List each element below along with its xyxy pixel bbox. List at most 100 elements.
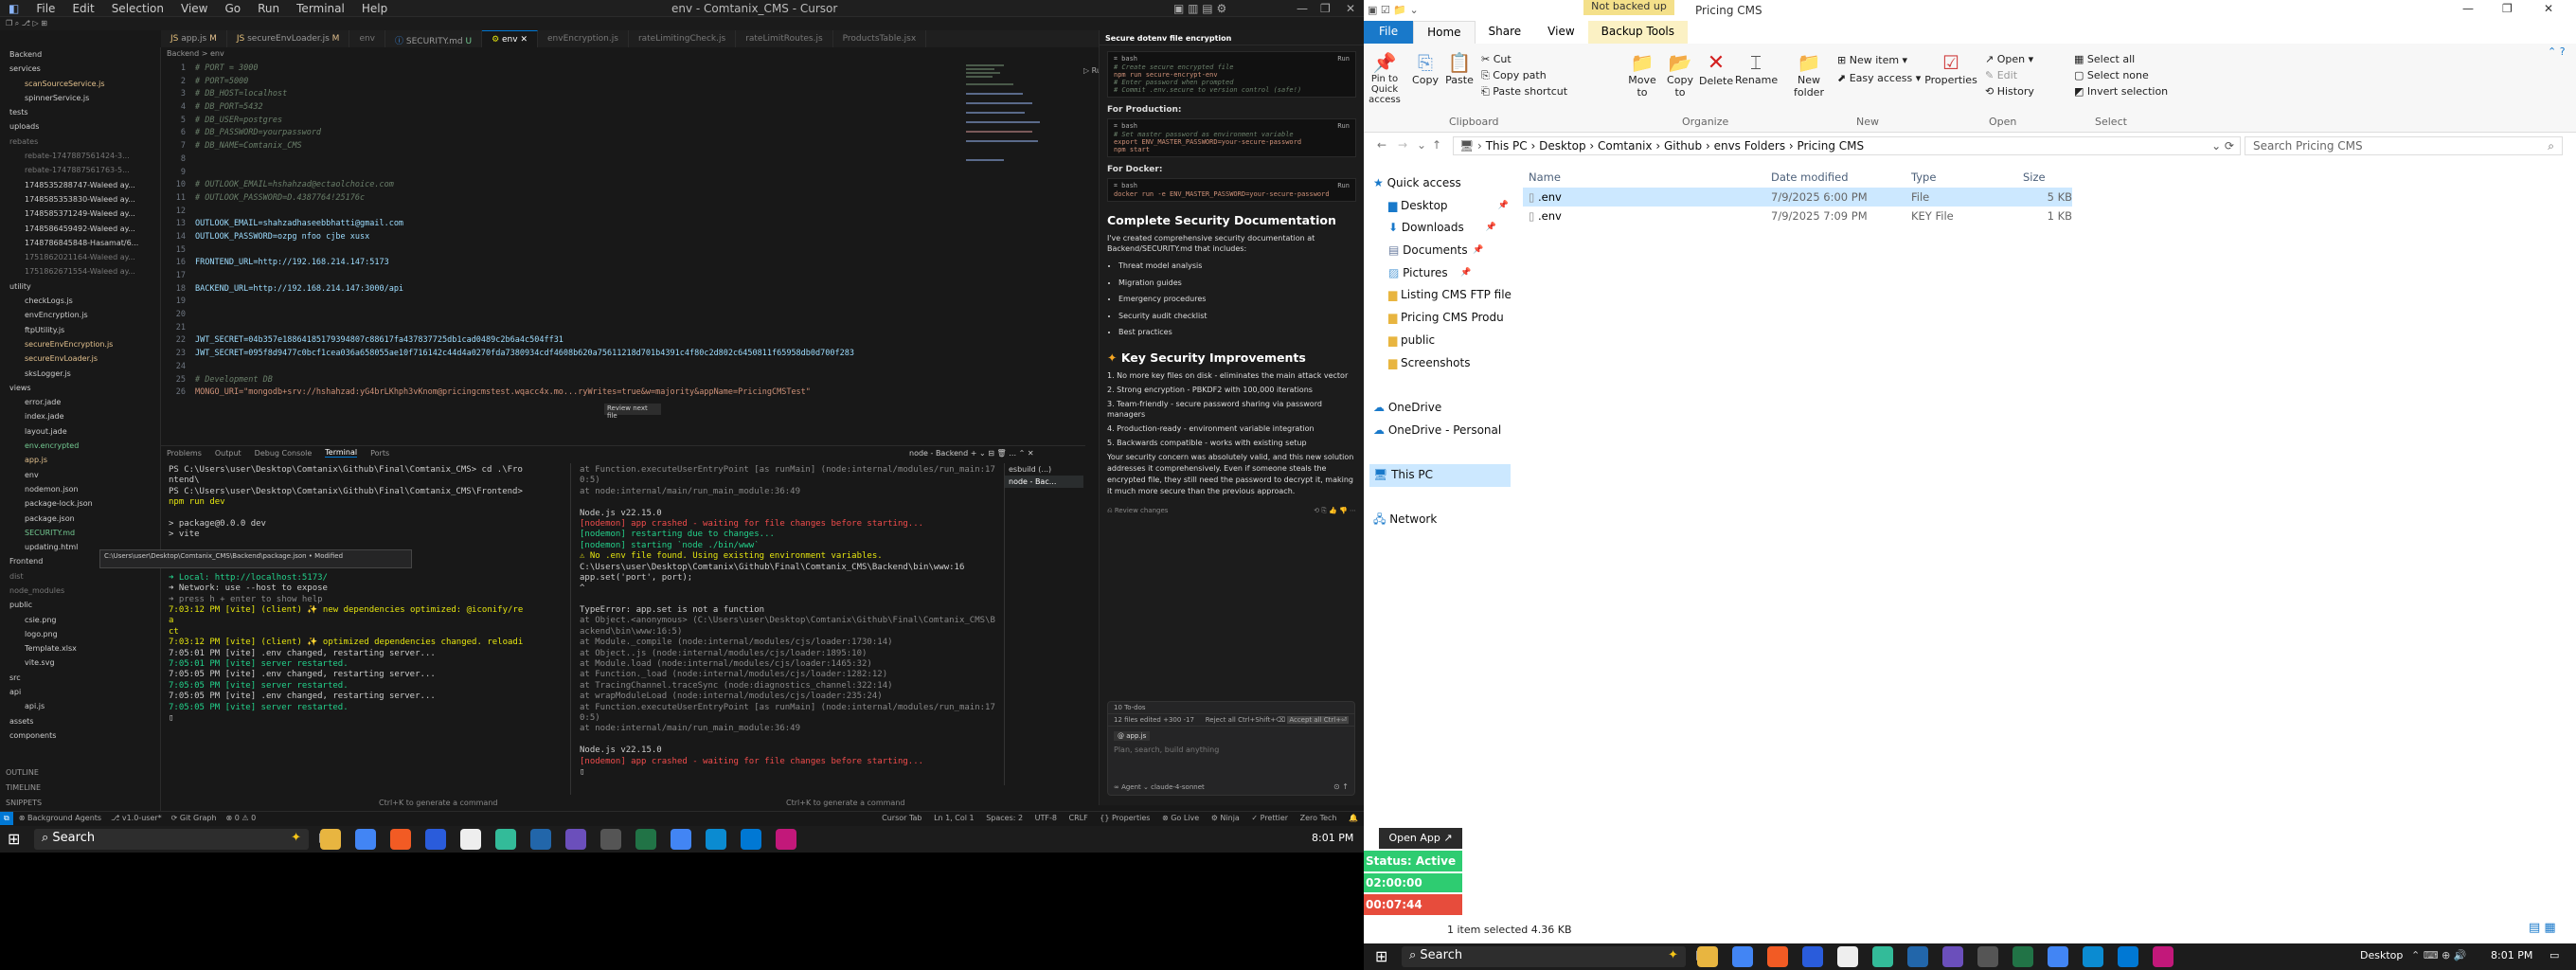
status-go-live[interactable]: ⊗ Go Live [1162, 814, 1199, 822]
tree-file[interactable]: package.json [4, 512, 160, 526]
edge-icon[interactable] [706, 829, 726, 850]
ribbon-tab-view[interactable]: View [1534, 21, 1587, 44]
status-prettier[interactable]: ✓ Prettier [1251, 814, 1288, 822]
tree-file[interactable]: error.jade [4, 395, 160, 409]
restore-icon[interactable]: ❐ [1312, 2, 1339, 15]
menu-go[interactable]: Go [216, 2, 249, 15]
snippets-panel[interactable]: SNIPPETS [6, 796, 42, 811]
cursor-icon[interactable] [1872, 946, 1893, 967]
mode-selector[interactable]: ∞ Agent ⌄ claude-4-sonnet [1114, 783, 1205, 791]
menu-view[interactable]: View [172, 2, 216, 15]
explorer-minimize-icon[interactable]: — [2462, 2, 2474, 15]
edit-button[interactable]: ✎ Edit [1985, 67, 2034, 83]
nav-item[interactable]: 🖧 Network [1369, 509, 1511, 531]
terminal-selector[interactable]: node - Backend + ⌄ ⊟ 🗑 … ⌃ ✕ [909, 449, 1034, 458]
menu-selection[interactable]: Selection [103, 2, 172, 15]
refresh-icon[interactable]: ⌄ ⟳ [2211, 139, 2234, 153]
ribbon-tab-home[interactable]: Home [1413, 21, 1476, 44]
tree-folder[interactable]: tests [4, 105, 160, 119]
file-explorer-icon[interactable] [1697, 946, 1718, 967]
tree-file[interactable]: Template.xlsx [4, 641, 160, 656]
vscode-icon[interactable] [1907, 946, 1928, 967]
taskbar-clock[interactable]: 8:01 PM [1312, 832, 1353, 844]
accept-all-button[interactable]: Accept all Ctrl+⏎ [1287, 716, 1349, 724]
tab-terminal[interactable]: Terminal [325, 448, 358, 458]
start-icon[interactable]: ⊞ [8, 830, 20, 848]
postman-icon[interactable] [776, 829, 796, 850]
tree-file[interactable]: env [4, 468, 160, 482]
chat-input[interactable]: Plan, search, build anything [1108, 745, 1354, 754]
vscode-2-icon[interactable] [2118, 946, 2138, 967]
paste-shortcut-button[interactable]: ⎗ Paste shortcut [1481, 83, 1567, 99]
delete-button[interactable]: ✕ Delete [1699, 51, 1733, 87]
tab-rate-limit-routes[interactable]: rateLimitRoutes.js [736, 30, 833, 49]
tree-file[interactable]: csie.png [4, 613, 160, 627]
forward-icon[interactable]: → [1398, 138, 1407, 152]
ribbon-tab-backup-tools[interactable]: Backup Tools [1587, 21, 1689, 44]
context-chip[interactable]: @ app.js [1114, 731, 1151, 741]
tree-folder[interactable]: public [4, 598, 160, 612]
nav-item[interactable]: ▆ Screenshots [1369, 352, 1511, 375]
tab-problems[interactable]: Problems [167, 449, 202, 458]
tab-app-js[interactable]: JS app.js M [161, 30, 227, 49]
menu-help[interactable]: Help [353, 2, 396, 15]
nav-item[interactable]: ▆ Desktop 📌 [1369, 195, 1511, 218]
tree-file[interactable]: 1748585353830-Waleed ay... [4, 192, 160, 207]
tree-file[interactable]: 1748535288747-Waleed ay... [4, 178, 160, 192]
recent-icon[interactable]: ⌄ [1417, 138, 1426, 152]
tab-env-active[interactable]: ⚙ env ✕ [482, 30, 538, 49]
ribbon-tab-file[interactable]: File [1364, 21, 1414, 44]
terminal-backend[interactable]: at Function.executeUserEntryPoint [as ru… [580, 465, 996, 778]
status-background-agents[interactable]: ⊗ Background Agents [19, 814, 101, 822]
tree-file[interactable]: envEncryption.js [4, 308, 160, 322]
review-changes-link[interactable]: ⎌ Review changes ⟲ ⎘ 👍 👎 ⋯ [1107, 507, 1356, 515]
path-pricing-cms[interactable]: Pricing CMS [1798, 139, 1865, 153]
remote-desktop-icon[interactable] [1802, 946, 1823, 967]
nav-item[interactable]: ▆ public [1369, 330, 1511, 352]
tree-file[interactable]: 1751862021164-Waleed ay... [4, 250, 160, 264]
easy-access-button[interactable]: ⬈ Easy access ▾ [1837, 69, 1921, 87]
edge-icon[interactable] [2083, 946, 2103, 967]
tree-folder[interactable]: api [4, 685, 160, 699]
notification-center-icon[interactable]: ▭ [2549, 949, 2559, 961]
status-ninja[interactable]: ⚙ Ninja [1211, 814, 1240, 822]
tree-file[interactable]: secureEnvEncryption.js [4, 337, 160, 351]
rename-button[interactable]: ⌶ Rename [1735, 51, 1778, 86]
nav-item[interactable]: ☁ OneDrive [1369, 397, 1511, 420]
notifications-icon[interactable]: 🔔 [1349, 814, 1358, 822]
tree-file[interactable]: 1748586459492-Waleed ay... [4, 222, 160, 236]
terminal-session-node[interactable]: node - Bac... [1005, 476, 1083, 488]
explorer-close-icon[interactable]: ✕ [2544, 2, 2553, 15]
properties-button[interactable]: ☑ Properties [1923, 51, 1979, 86]
status-cursor-tab[interactable]: Cursor Tab [882, 814, 921, 822]
tree-file[interactable]: layout.jade [4, 424, 160, 439]
tab-ports[interactable]: Ports [370, 449, 389, 458]
cut-button[interactable]: ✂ Cut [1481, 51, 1567, 67]
file-row[interactable]: ▯ .env 7/9/2025 7:09 PM KEY File 1 KB [1523, 207, 2072, 225]
terminal-session-esbuild[interactable]: esbuild (...) [1005, 463, 1083, 476]
tab-secure-env-loader[interactable]: JS secureEnvLoader.js M [227, 30, 350, 49]
path-envs-folders[interactable]: envs Folders [1714, 139, 1786, 153]
menu-run[interactable]: Run [249, 2, 288, 15]
column-name[interactable]: Name [1523, 171, 1771, 184]
teams-icon[interactable] [1942, 946, 1963, 967]
history-button[interactable]: ⟲ History [1985, 83, 2034, 99]
menu-edit[interactable]: Edit [63, 2, 102, 15]
nav-item[interactable]: ▆ Listing CMS FTP file [1369, 284, 1512, 307]
status-position[interactable]: Ln 1, Col 1 [934, 814, 975, 822]
minimap[interactable] [966, 64, 1042, 424]
notepad-icon[interactable] [600, 829, 621, 850]
menu-file[interactable]: File [27, 2, 63, 15]
layout-icon[interactable]: ▣ ▥ ▤ ⚙ [1165, 2, 1235, 15]
vscode-2-icon[interactable] [741, 829, 761, 850]
tree-file[interactable]: secureEnvLoader.js [4, 351, 160, 366]
status-encoding[interactable]: UTF-8 [1035, 814, 1057, 822]
up-icon[interactable]: ↑ [1432, 138, 1441, 152]
path-github[interactable]: Github [1664, 139, 1702, 153]
nav-item[interactable]: ☁ OneDrive - Personal [1369, 420, 1511, 442]
help-icon[interactable]: ⌃ ? [2548, 45, 2566, 58]
excel-icon[interactable] [635, 829, 656, 850]
tree-file[interactable]: 1751862671554-Waleed ay... [4, 264, 160, 278]
path-this-pc[interactable]: This PC [1486, 139, 1528, 153]
tree-file[interactable]: nodemon.json [4, 482, 160, 496]
